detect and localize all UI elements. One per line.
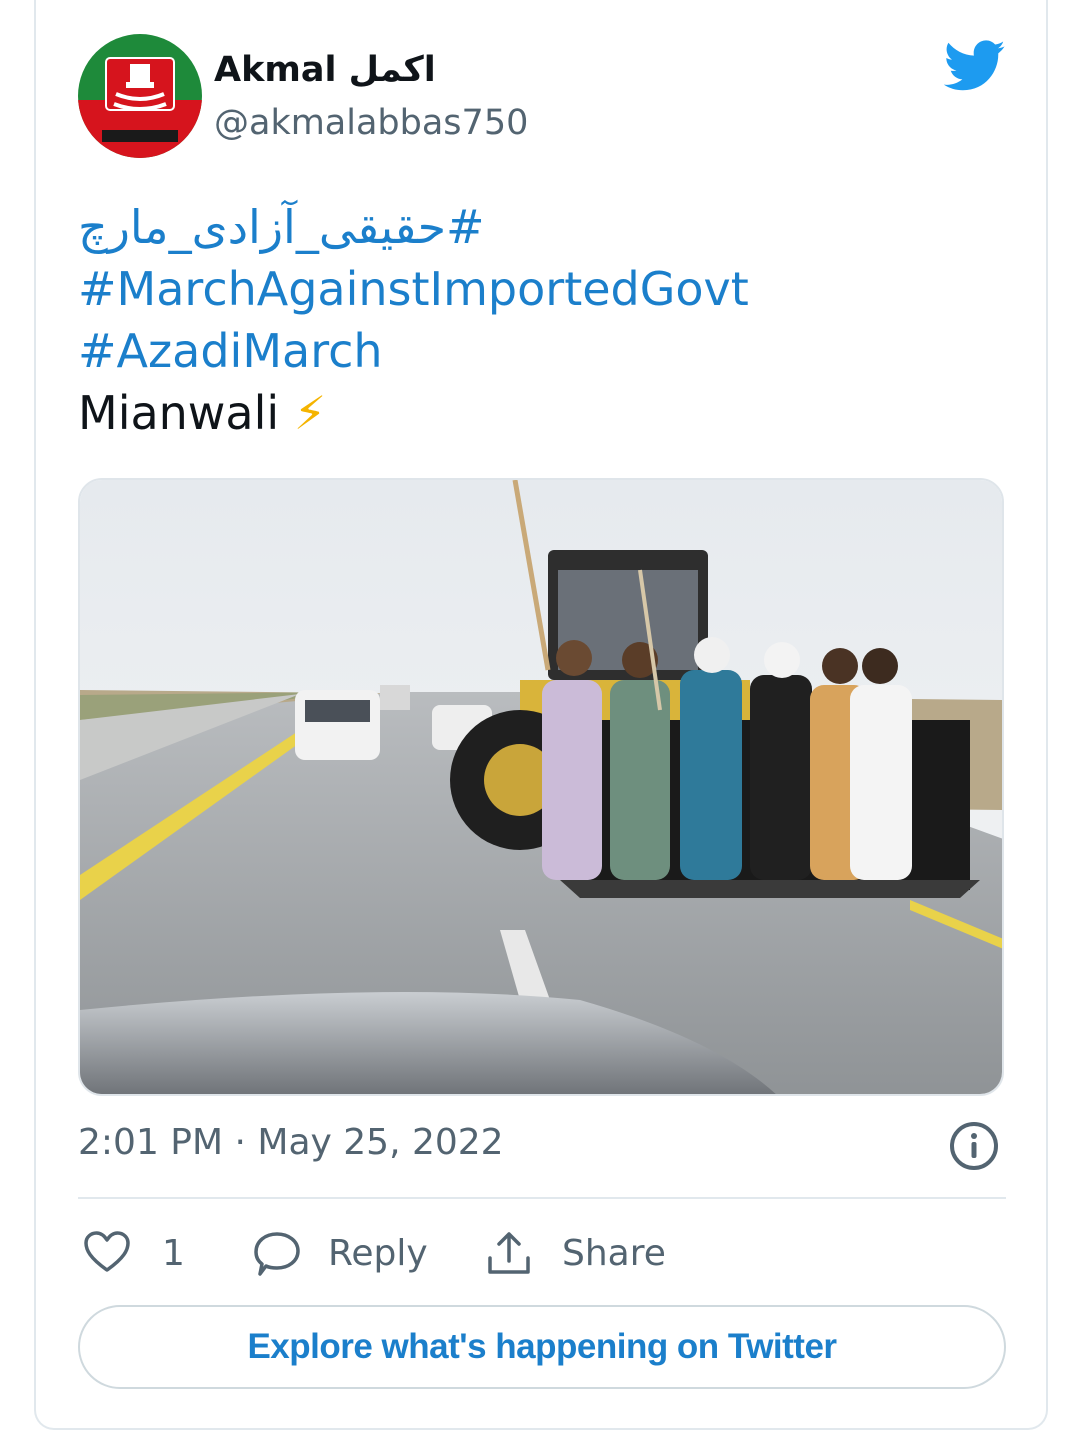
author-name[interactable]: Akmal اکمل [214, 50, 436, 90]
avatar[interactable] [78, 34, 202, 158]
hashtag-march-against-imported-govt[interactable]: #MarchAgainstImportedGovt [78, 258, 998, 320]
hashtag-haqeeqi-azadi-march[interactable]: #حقیقی_آزادی_مارچ [78, 196, 998, 258]
reply-bubble-icon [254, 1232, 300, 1276]
reply-label: Reply [328, 1232, 428, 1274]
tweet-text: #حقیقی_آزادی_مارچ #MarchAgainstImportedG… [78, 196, 998, 444]
share-button[interactable]: Share [484, 1226, 666, 1280]
tweet-timestamp[interactable]: 2:01 PM · May 25, 2022 [78, 1122, 504, 1163]
like-count: 1 [162, 1232, 185, 1274]
heart-icon [84, 1231, 130, 1272]
like-button[interactable]: 1 [82, 1226, 185, 1280]
explore-twitter-button[interactable]: Explore what's happening on Twitter [78, 1305, 1006, 1389]
hashtag-azadi-march[interactable]: #AzadiMarch [78, 320, 998, 382]
tweet-photo[interactable] [78, 478, 1004, 1096]
reply-button[interactable]: Reply [252, 1226, 428, 1280]
share-label: Share [562, 1232, 666, 1274]
location-text: Mianwali ⚡ [78, 386, 327, 440]
share-upload-icon [488, 1232, 530, 1274]
author-name-urdu: اکمل [348, 50, 436, 90]
info-icon[interactable] [948, 1120, 1000, 1172]
divider [78, 1197, 1006, 1199]
twitter-bird-icon[interactable] [944, 40, 1006, 92]
author-handle[interactable]: @akmalabbas750 [214, 103, 528, 143]
lightning-emoji: ⚡ [293, 386, 327, 440]
